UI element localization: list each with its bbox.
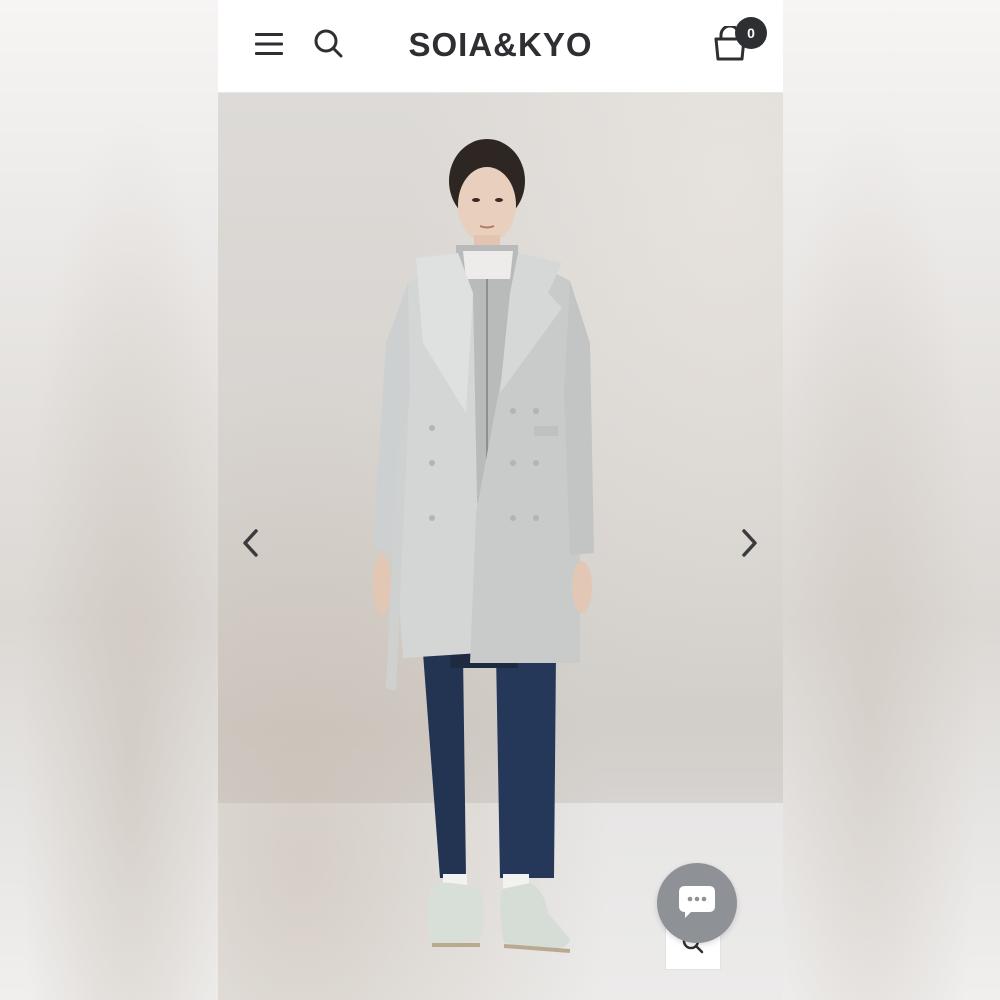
- product-image-gallery[interactable]: [218, 93, 783, 1000]
- chevron-left-icon[interactable]: [236, 523, 266, 563]
- brand-logo[interactable]: SOIA&KYO: [218, 26, 783, 64]
- cart-count-badge[interactable]: 0: [735, 17, 767, 49]
- chat-launcher-button[interactable]: [657, 863, 737, 943]
- chevron-right-icon[interactable]: [734, 523, 764, 563]
- mobile-page: SOIA&KYO 0: [218, 0, 783, 1000]
- site-header: SOIA&KYO 0: [218, 0, 783, 93]
- chat-bubble-icon: [677, 882, 717, 925]
